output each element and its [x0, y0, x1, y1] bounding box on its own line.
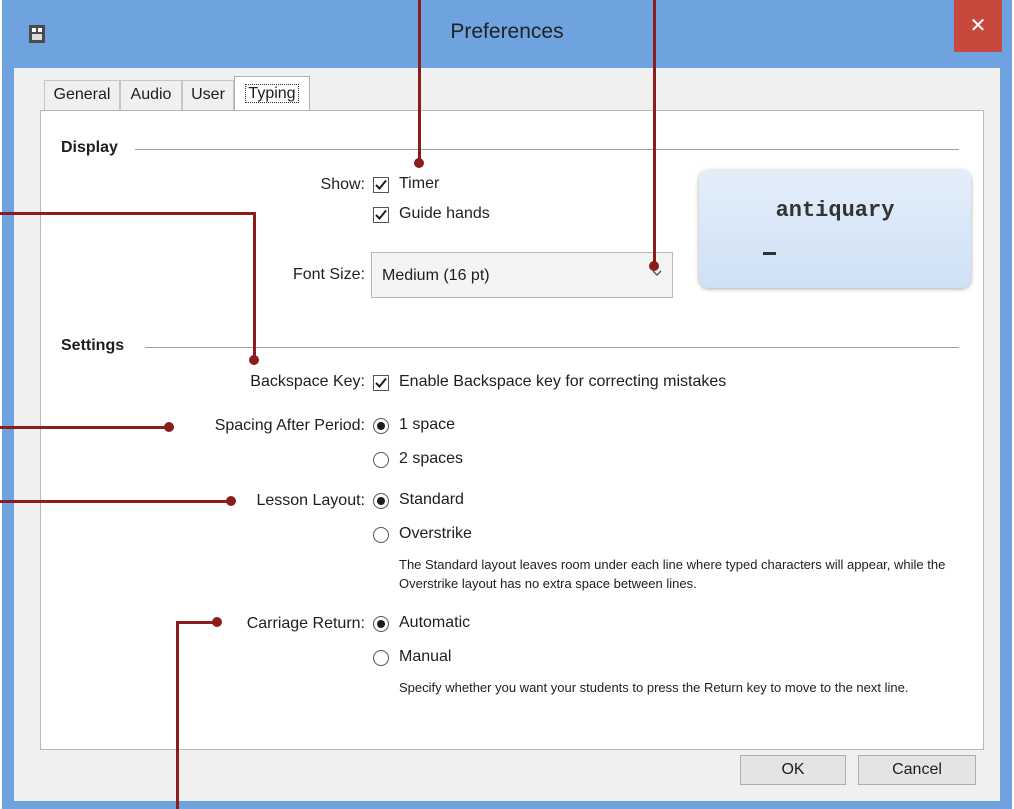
title-bar[interactable]: Preferences ✕: [2, 0, 1012, 68]
radio-dot: [377, 620, 385, 628]
callout-line-backspace-v: [253, 212, 256, 360]
carriage-help-text: Specify whether you want your students t…: [399, 680, 909, 695]
callout-line-spacing: [0, 426, 170, 429]
standard-label[interactable]: Standard: [399, 491, 464, 509]
preview-cursor: [763, 252, 776, 255]
spacing-label: Spacing After Period:: [214, 417, 365, 434]
tab-label: General: [53, 86, 111, 103]
spacing-1-label[interactable]: 1 space: [399, 416, 455, 434]
spacing-2-radio[interactable]: [373, 452, 389, 468]
callout-line-font-size: [653, 0, 656, 266]
close-button[interactable]: ✕: [954, 0, 1002, 52]
checkmark-icon: [375, 209, 387, 220]
tab-general[interactable]: General: [44, 80, 120, 110]
overstrike-radio[interactable]: [373, 527, 389, 543]
callout-dot-font-size: [649, 261, 659, 271]
guide-hands-label[interactable]: Guide hands: [399, 205, 490, 223]
display-section-title: Display: [61, 139, 118, 156]
backspace-checkbox[interactable]: [373, 375, 389, 391]
radio-dot: [377, 497, 385, 505]
show-label: Show:: [320, 176, 365, 193]
cancel-button[interactable]: Cancel: [858, 755, 976, 785]
automatic-label[interactable]: Automatic: [399, 614, 470, 632]
manual-label[interactable]: Manual: [399, 648, 451, 666]
checkmark-icon: [375, 377, 387, 388]
tab-label: Audio: [130, 86, 172, 103]
dialog-client: General Audio User Typing Display Show: …: [14, 68, 1000, 801]
manual-radio[interactable]: [373, 650, 389, 666]
close-icon: ✕: [969, 13, 987, 37]
callout-line-layout: [0, 500, 232, 503]
spacing-1-radio[interactable]: [373, 418, 389, 434]
layout-help-text: The Standard layout leaves room under ea…: [399, 557, 946, 591]
tab-typing[interactable]: Typing: [234, 76, 310, 112]
display-divider: [135, 149, 959, 150]
callout-line-timer: [418, 0, 421, 162]
standard-radio[interactable]: [373, 493, 389, 509]
font-size-label: Font Size:: [292, 266, 365, 283]
backspace-label: Backspace Key:: [250, 373, 365, 390]
checkmark-icon: [375, 179, 387, 190]
typing-panel: Display Show: Timer Guide hands Font Siz…: [40, 110, 984, 750]
guide-hands-checkbox[interactable]: [373, 207, 389, 223]
tab-label: Typing: [245, 84, 299, 103]
callout-dot-spacing: [164, 422, 174, 432]
overstrike-label[interactable]: Overstrike: [399, 525, 472, 543]
window-title: Preferences: [450, 20, 564, 43]
preview-word: antiquary: [775, 198, 895, 223]
carriage-label: Carriage Return:: [246, 615, 365, 632]
callout-line-carriage-v: [176, 621, 179, 809]
spacing-2-label[interactable]: 2 spaces: [399, 450, 463, 468]
timer-checkbox[interactable]: [373, 177, 389, 193]
timer-label[interactable]: Timer: [399, 175, 439, 193]
backspace-option-label[interactable]: Enable Backspace key for correcting mist…: [399, 373, 726, 391]
callout-dot-backspace: [249, 355, 259, 365]
font-size-select[interactable]: Medium (16 pt): [371, 252, 673, 298]
radio-dot: [377, 422, 385, 430]
tab-audio[interactable]: Audio: [120, 80, 182, 110]
automatic-radio[interactable]: [373, 616, 389, 632]
font-size-value: Medium (16 pt): [382, 267, 490, 284]
callout-dot-carriage: [212, 617, 222, 627]
preferences-window: Preferences ✕ General Audio User Typing …: [2, 0, 1012, 809]
ok-button[interactable]: OK: [740, 755, 846, 785]
callout-dot-timer: [414, 158, 424, 168]
tab-user[interactable]: User: [182, 80, 234, 110]
settings-divider: [145, 347, 959, 348]
callout-line-backspace-h: [0, 212, 256, 215]
callout-dot-layout: [226, 496, 236, 506]
font-preview: antiquary: [699, 170, 971, 288]
tab-label: User: [191, 86, 225, 103]
settings-section-title: Settings: [61, 337, 125, 354]
